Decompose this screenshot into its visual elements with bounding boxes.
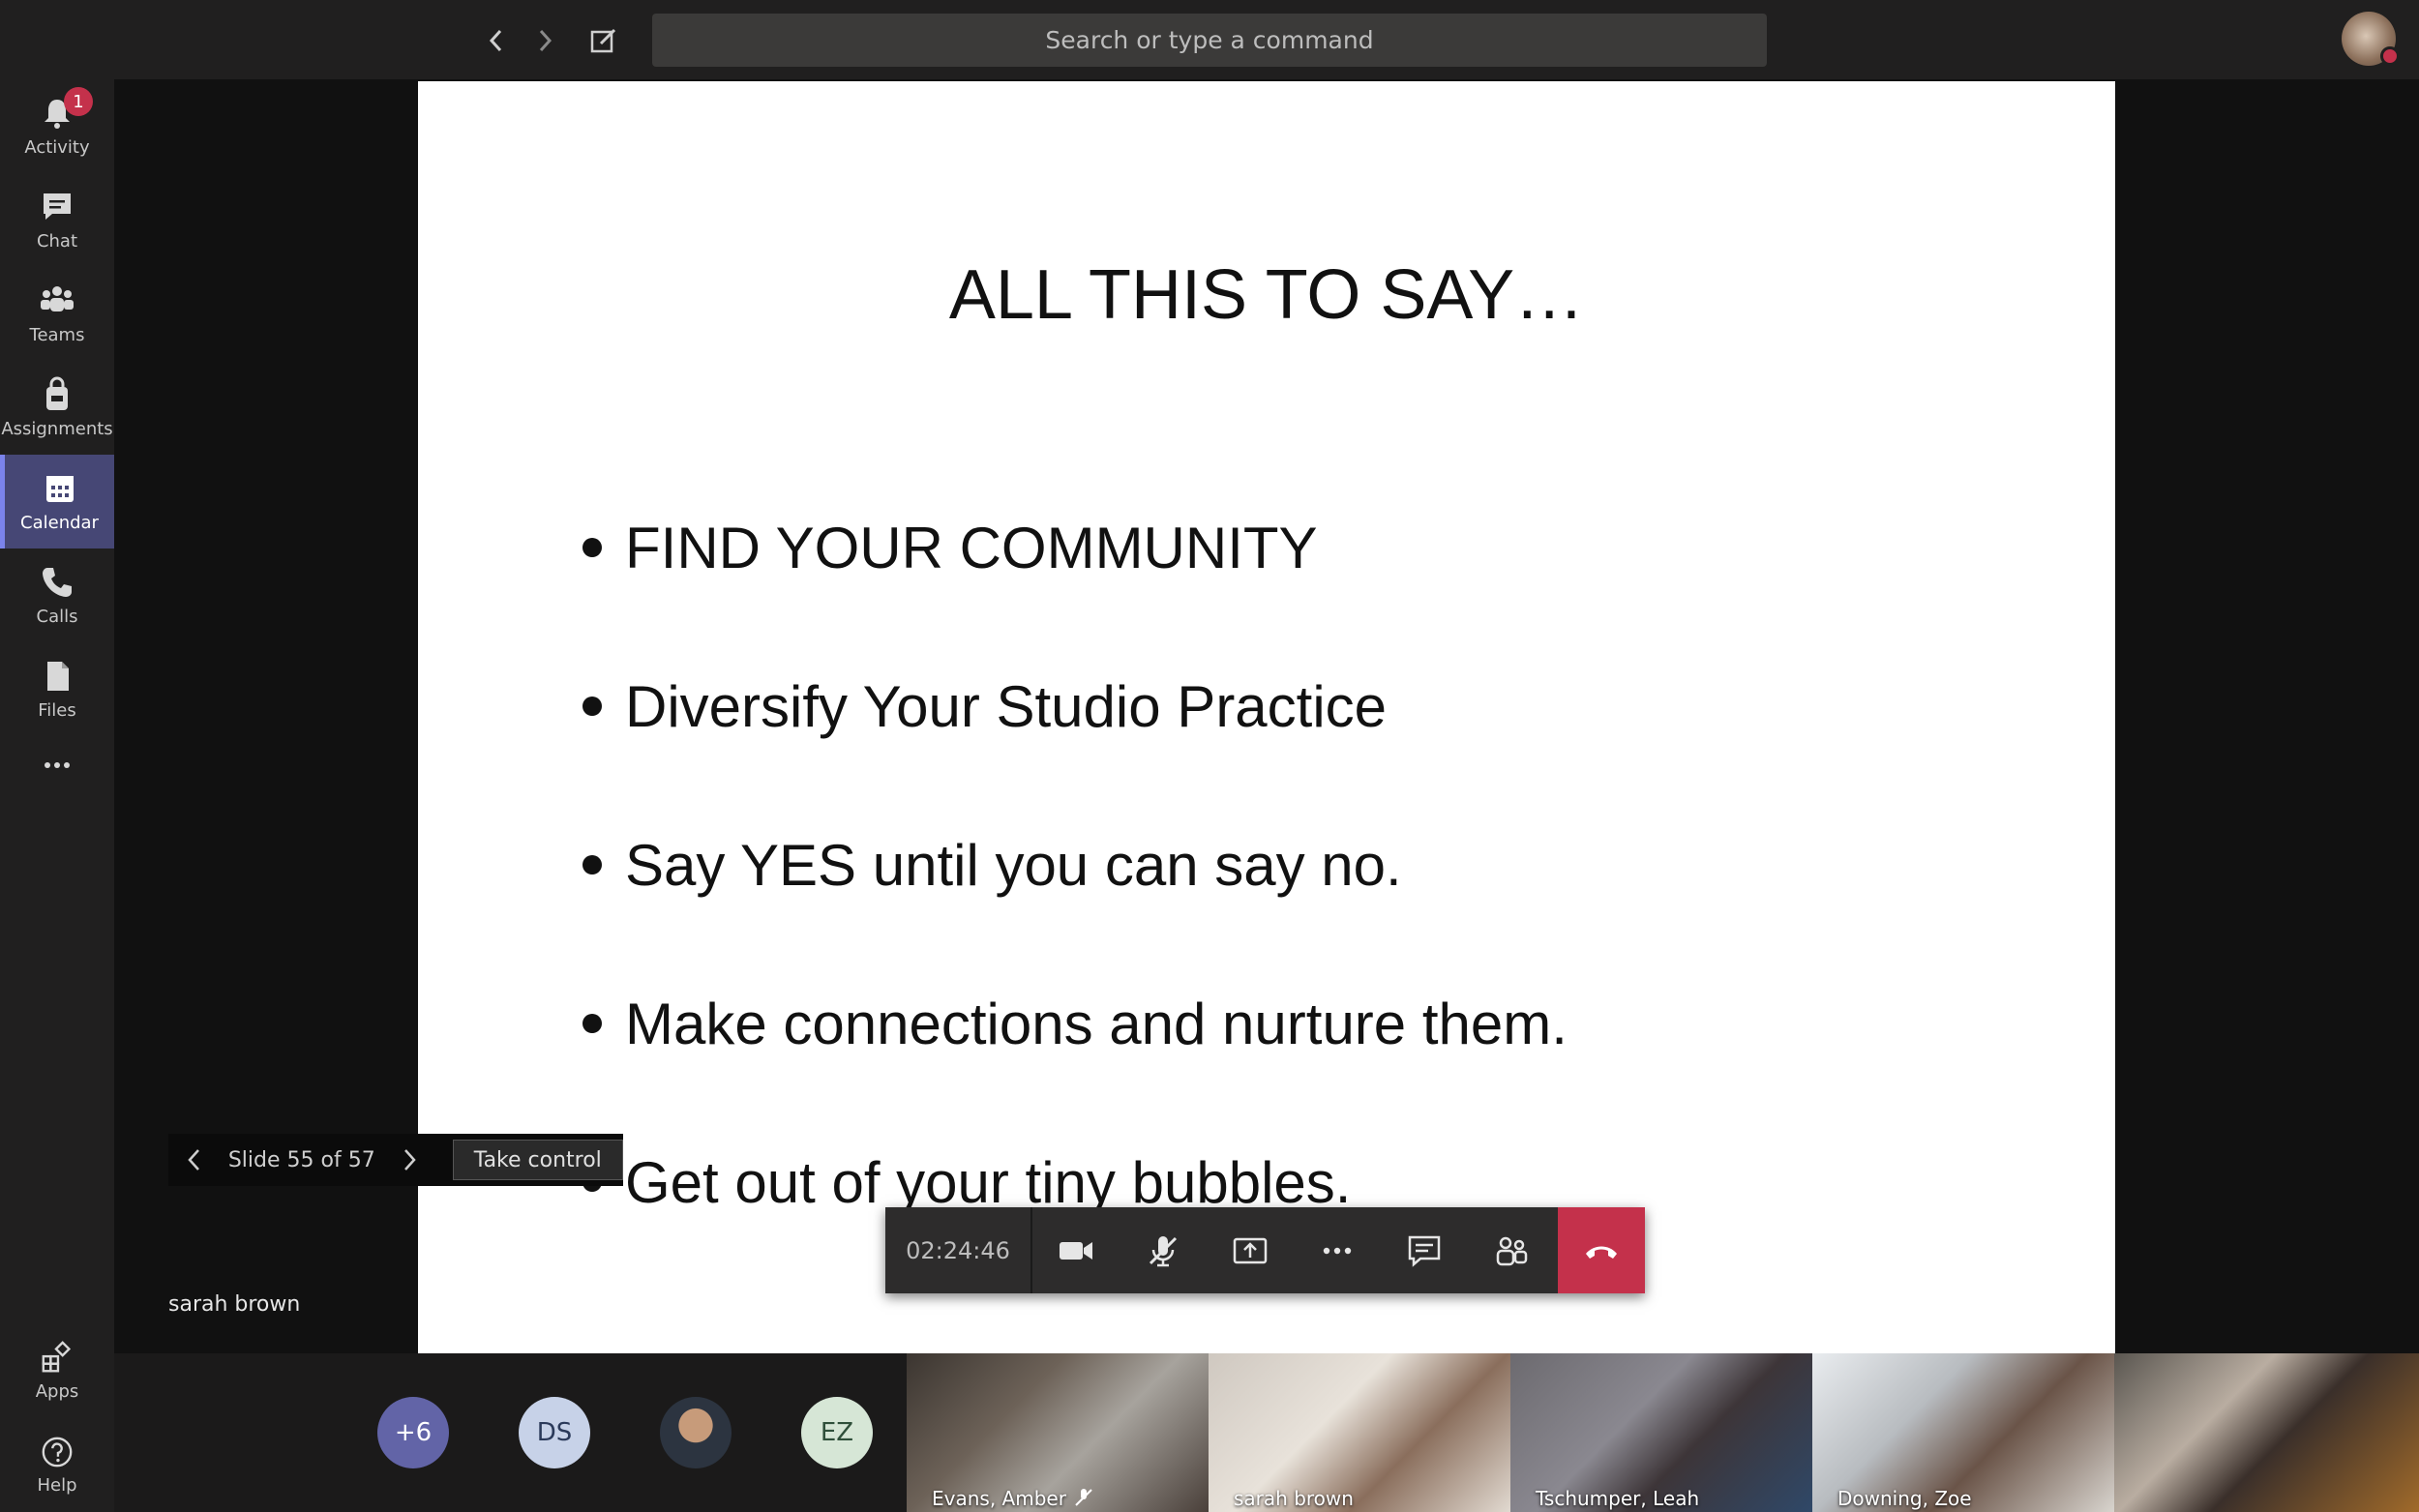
slide-bullet: Make connections and nurture them. bbox=[582, 944, 1568, 1103]
call-controls: 02:24:46 bbox=[885, 1207, 1645, 1293]
phone-icon bbox=[43, 568, 72, 597]
participant-video-tile[interactable] bbox=[2114, 1353, 2419, 1512]
presence-busy-indicator bbox=[2380, 46, 2400, 66]
participant-name: Downing, Zoe bbox=[1837, 1487, 1972, 1510]
rail-item-teams[interactable]: Teams bbox=[0, 267, 114, 361]
calendar-icon bbox=[45, 476, 74, 502]
participant-name: sarah brown bbox=[1234, 1487, 1354, 1510]
rail-item-label: Calendar bbox=[20, 513, 99, 533]
participant-avatar[interactable]: DS bbox=[519, 1397, 590, 1468]
presenter-name: sarah brown bbox=[168, 1292, 301, 1317]
shared-slide: ALL THIS TO SAY… FIND YOUR COMMUNITY Div… bbox=[418, 81, 2115, 1354]
slide-bullet: Diversify Your Studio Practice bbox=[582, 627, 1568, 786]
more-actions-button[interactable] bbox=[1294, 1207, 1381, 1293]
participant-name: Tschumper, Leah bbox=[1536, 1487, 1700, 1510]
rail-item-label: Activity bbox=[24, 137, 90, 158]
app-rail: 1 Activity Chat Teams Assignments Calend… bbox=[0, 79, 114, 1512]
chevron-right-icon bbox=[403, 1149, 416, 1171]
participant-avatar[interactable] bbox=[660, 1397, 732, 1468]
rail-item-calls[interactable]: Calls bbox=[0, 548, 114, 642]
rail-item-label: Files bbox=[38, 700, 76, 721]
back-arrow-icon[interactable] bbox=[477, 21, 516, 60]
video-camera-icon bbox=[1060, 1241, 1092, 1260]
rail-item-label: Help bbox=[37, 1475, 77, 1496]
more-participants-button[interactable]: +6 bbox=[377, 1397, 449, 1468]
participant-video-tile[interactable]: Downing, Zoe bbox=[1812, 1353, 2114, 1512]
participants-button[interactable] bbox=[1468, 1207, 1555, 1293]
hang-up-button[interactable] bbox=[1558, 1207, 1645, 1293]
rail-item-help[interactable]: Help bbox=[0, 1418, 114, 1512]
next-slide-button[interactable] bbox=[383, 1134, 435, 1186]
share-button[interactable] bbox=[1207, 1207, 1294, 1293]
chat-icon bbox=[44, 193, 71, 220]
rail-item-label: Teams bbox=[29, 325, 85, 345]
take-control-button[interactable]: Take control bbox=[452, 1140, 624, 1180]
teams-window: Search or type a command 1 Activity Chat… bbox=[0, 0, 2419, 1512]
slide-bullet: Say YES until you can say no. bbox=[582, 786, 1568, 944]
people-icon bbox=[1496, 1236, 1528, 1265]
search-input[interactable]: Search or type a command bbox=[652, 14, 1767, 67]
rail-item-label: Calls bbox=[36, 607, 78, 627]
chat-icon bbox=[1408, 1235, 1441, 1267]
slide-controls: Slide 55 of 57 Take control bbox=[168, 1134, 624, 1186]
participant-video-tile[interactable]: sarah brown bbox=[1209, 1353, 1510, 1512]
forward-arrow-icon[interactable] bbox=[525, 21, 564, 60]
microphone-muted-icon bbox=[1075, 1489, 1092, 1506]
slide-bullet-list: FIND YOUR COMMUNITY Diversify Your Studi… bbox=[582, 468, 1568, 1261]
rail-item-label: Assignments bbox=[1, 419, 113, 439]
participant-avatar[interactable]: EZ bbox=[801, 1397, 873, 1468]
bag-icon bbox=[46, 376, 68, 410]
apps-icon bbox=[42, 1341, 72, 1373]
ellipsis-icon bbox=[1323, 1247, 1352, 1254]
rail-item-calendar[interactable]: Calendar bbox=[0, 455, 114, 548]
user-avatar[interactable] bbox=[2342, 12, 2400, 66]
help-icon bbox=[42, 1437, 73, 1468]
chevron-left-icon bbox=[188, 1149, 199, 1171]
participant-strip: +6 DS EZ Evans, Amber sarah brown Tschum… bbox=[114, 1353, 2419, 1512]
teams-icon bbox=[41, 286, 74, 311]
participant-name: Evans, Amber bbox=[932, 1487, 1066, 1510]
file-icon bbox=[47, 662, 69, 691]
ellipsis-icon bbox=[45, 762, 70, 768]
chat-button[interactable] bbox=[1381, 1207, 1468, 1293]
microphone-button[interactable] bbox=[1120, 1207, 1207, 1293]
rail-item-label: Chat bbox=[36, 231, 78, 252]
more-apps-button[interactable] bbox=[0, 736, 114, 794]
slide-position: Slide 55 of 57 bbox=[227, 1147, 375, 1172]
slide-title: ALL THIS TO SAY… bbox=[948, 256, 1585, 334]
compose-icon[interactable] bbox=[584, 21, 623, 60]
participant-video-tile[interactable]: Tschumper, Leah bbox=[1510, 1353, 1812, 1512]
rail-item-assignments[interactable]: Assignments bbox=[0, 361, 114, 455]
top-bar: Search or type a command bbox=[0, 0, 2419, 79]
microphone-muted-icon bbox=[1149, 1235, 1178, 1266]
search-placeholder: Search or type a command bbox=[1045, 26, 1374, 54]
camera-button[interactable] bbox=[1032, 1207, 1120, 1293]
rail-item-apps[interactable]: Apps bbox=[0, 1324, 114, 1418]
activity-badge: 1 bbox=[64, 87, 93, 116]
rail-item-files[interactable]: Files bbox=[0, 642, 114, 736]
rail-item-chat[interactable]: Chat bbox=[0, 173, 114, 267]
slide-bullet: FIND YOUR COMMUNITY bbox=[582, 468, 1568, 627]
participant-video-tile[interactable]: Evans, Amber bbox=[907, 1353, 1209, 1512]
rail-item-activity[interactable]: 1 Activity bbox=[0, 79, 114, 173]
call-timer: 02:24:46 bbox=[885, 1207, 1032, 1293]
rail-item-label: Apps bbox=[35, 1381, 79, 1402]
previous-slide-button[interactable] bbox=[168, 1134, 221, 1186]
share-screen-icon bbox=[1233, 1237, 1268, 1263]
hang-up-icon bbox=[1586, 1246, 1617, 1259]
